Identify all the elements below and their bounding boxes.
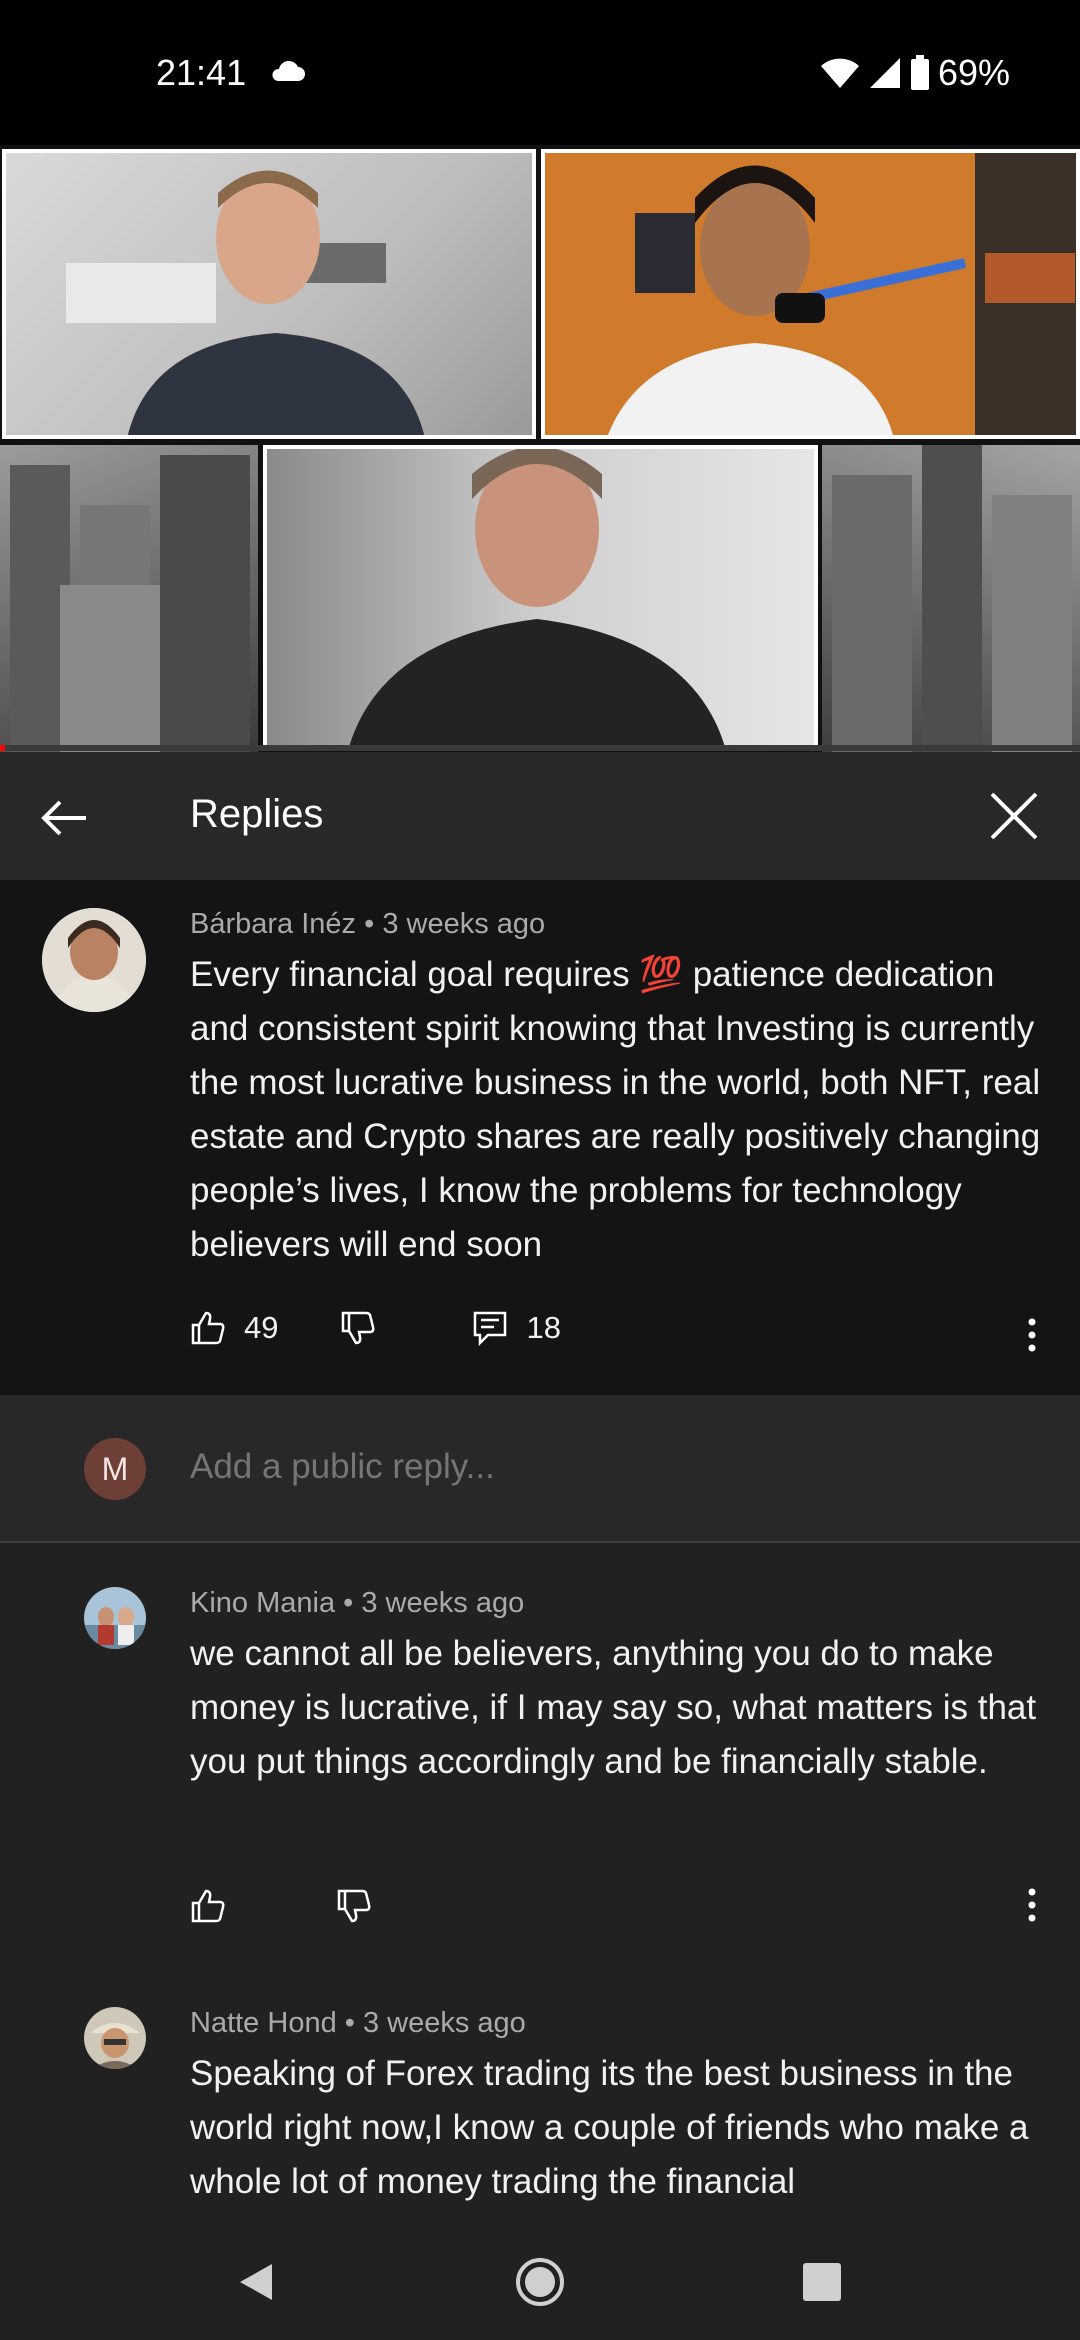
- reply-item: Natte Hond • 3 weeks ago Speaking of For…: [0, 1963, 1080, 2220]
- meta-separator: •: [344, 2007, 355, 2039]
- participant-figure: [608, 153, 1076, 435]
- status-time: 21:41: [156, 52, 247, 93]
- wifi-icon: [820, 58, 859, 88]
- square-recents-icon: [803, 2263, 841, 2301]
- nav-home-button[interactable]: [512, 2254, 568, 2310]
- more-vertical-icon: [1028, 1888, 1036, 1922]
- avatar-image: [84, 1587, 146, 1649]
- more-options-button[interactable]: [1012, 1310, 1052, 1360]
- reply-count: 18: [526, 1310, 561, 1345]
- comment-meta: Kino Mania • 3 weeks ago: [190, 1587, 524, 1620]
- video-player[interactable]: [0, 145, 1080, 752]
- comment-meta: Bárbara Inéz • 3 weeks ago: [190, 908, 545, 941]
- avatar[interactable]: [84, 2007, 146, 2069]
- participant-tile-2: [541, 149, 1080, 439]
- thumbs-up-icon[interactable]: [190, 1888, 226, 1924]
- back-button[interactable]: [36, 790, 92, 846]
- avatar-image: [84, 2007, 146, 2069]
- more-options-button[interactable]: [1012, 1880, 1052, 1930]
- add-reply-input[interactable]: [190, 1447, 1010, 1487]
- participant-figure: [349, 449, 725, 746]
- battery-icon: [910, 55, 929, 90]
- header-title: Replies: [190, 792, 324, 836]
- thumbs-up-icon[interactable]: [190, 1310, 226, 1346]
- reply-icon[interactable]: [472, 1310, 508, 1346]
- author-name[interactable]: Kino Mania: [190, 1587, 335, 1619]
- reply-item: Kino Mania • 3 weeks ago we cannot all b…: [0, 1543, 1080, 1963]
- status-icons: 69%: [820, 52, 1010, 94]
- parent-comment: Bárbara Inéz • 3 weeks ago Every financi…: [0, 880, 1080, 1395]
- arrow-left-icon: [41, 800, 86, 836]
- circle-home-icon: [516, 2258, 564, 2306]
- like-count: 49: [244, 1310, 279, 1345]
- signal-icon: [869, 58, 900, 88]
- video-progress-bar[interactable]: [0, 745, 1080, 751]
- thumbs-down-icon[interactable]: [340, 1310, 376, 1346]
- city-background-left: [0, 445, 258, 752]
- comment-actions: [190, 1888, 372, 1924]
- add-reply-bar: M: [0, 1395, 1080, 1543]
- more-vertical-icon: [1028, 1318, 1036, 1352]
- comment-age: 3 weeks ago: [361, 1587, 525, 1619]
- comment-text: we cannot all be believers, anything you…: [190, 1634, 1037, 1781]
- buildings-image: [10, 455, 250, 752]
- participant-tile-3: [263, 445, 818, 750]
- comment-text: Speaking of Forex trading its the best b…: [190, 2054, 1029, 2201]
- status-bar: 21:41 69%: [0, 0, 1080, 145]
- comment-age: 3 weeks ago: [382, 908, 546, 940]
- comment-age: 3 weeks ago: [362, 2007, 526, 2039]
- cloud-icon: [272, 60, 305, 81]
- close-icon: [990, 792, 1038, 840]
- avatar-image: [42, 908, 146, 1012]
- buildings-image: [832, 445, 1072, 752]
- triangle-back-icon: [240, 2264, 272, 2300]
- nav-recents-button[interactable]: [794, 2254, 850, 2310]
- city-background-right: [822, 445, 1080, 752]
- close-button[interactable]: [986, 788, 1042, 844]
- nav-back-button[interactable]: [228, 2254, 284, 2310]
- participant-figure: [66, 170, 425, 435]
- author-name[interactable]: Natte Hond: [190, 2007, 337, 2039]
- participant-tile-1: [2, 149, 536, 439]
- system-navigation-bar: [0, 2220, 1080, 2340]
- comment-meta: Natte Hond • 3 weeks ago: [190, 2007, 526, 2040]
- video-progress-fill: [0, 745, 6, 751]
- replies-header: Replies: [0, 752, 1080, 880]
- comment-actions: 49 18: [190, 1310, 561, 1346]
- meta-separator: •: [364, 908, 375, 940]
- battery-percent: 69%: [937, 52, 1010, 93]
- avatar[interactable]: [84, 1587, 146, 1649]
- thumbs-down-icon[interactable]: [336, 1888, 372, 1924]
- my-avatar: M: [84, 1438, 146, 1500]
- author-name[interactable]: Bárbara Inéz: [190, 908, 356, 940]
- avatar[interactable]: [42, 908, 146, 1012]
- comment-text: Every financial goal requires 💯 patience…: [190, 955, 1041, 1264]
- meta-separator: •: [343, 1587, 354, 1619]
